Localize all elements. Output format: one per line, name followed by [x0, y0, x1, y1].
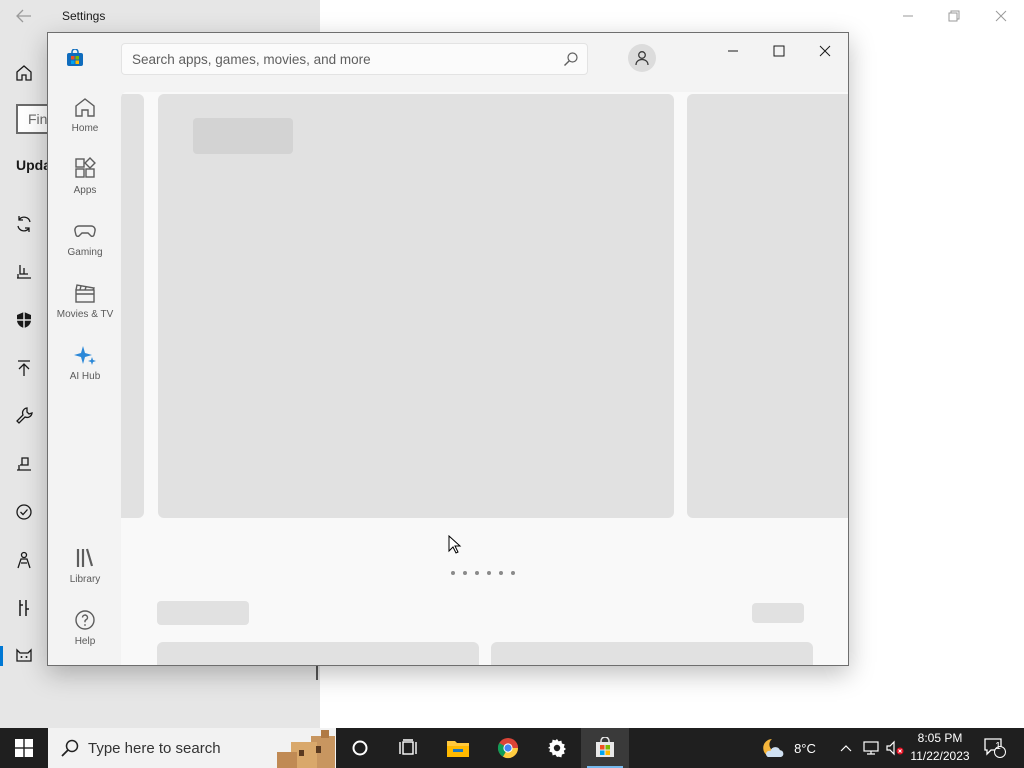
- store-logo-icon: [66, 48, 84, 67]
- section-title-placeholder: [157, 601, 249, 625]
- tools-icon[interactable]: [14, 598, 34, 618]
- settings-close-button[interactable]: [983, 4, 1019, 28]
- store-maximize-button[interactable]: [757, 37, 801, 65]
- search-highlight-illustration: [263, 728, 336, 768]
- user-recovery-icon[interactable]: [14, 454, 34, 474]
- nav-label: Library: [69, 574, 101, 585]
- nav-item-ai-hub[interactable]: AI Hub: [50, 341, 120, 397]
- taskbar-store[interactable]: [581, 728, 629, 768]
- volume-muted-icon[interactable]: [884, 728, 906, 768]
- taskbar-chrome[interactable]: [484, 728, 532, 768]
- nav-label: Movies & TV: [56, 309, 114, 320]
- taskbar-file-explorer[interactable]: [434, 728, 482, 768]
- taskbar-search-placeholder: Type here to search: [88, 740, 221, 757]
- carousel-dot[interactable]: [511, 571, 515, 575]
- settings-restore-button[interactable]: [936, 4, 972, 28]
- clock-time[interactable]: 8:05 PM: [912, 731, 968, 745]
- cortana-icon: [352, 740, 368, 756]
- app-card-placeholder[interactable]: [157, 642, 479, 665]
- hero-title-placeholder: [193, 118, 293, 154]
- settings-section-heading: Upda: [16, 157, 50, 173]
- see-all-placeholder[interactable]: [752, 603, 804, 623]
- nav-label: AI Hub: [69, 371, 101, 382]
- active-indicator: [0, 646, 3, 666]
- upload-icon[interactable]: [14, 358, 34, 378]
- notification-center-button[interactable]: 1: [980, 728, 1010, 768]
- nav-item-help[interactable]: Help: [50, 606, 120, 662]
- chrome-icon: [497, 738, 519, 759]
- windows-logo-icon: [15, 739, 33, 757]
- nav-label: Home: [71, 123, 99, 134]
- gamepad-icon: [73, 219, 97, 243]
- taskbar: Type here to search 8°C 8:05 PM 11/22/20…: [0, 728, 1024, 768]
- file-explorer-icon: [447, 741, 469, 757]
- settings-title: Settings: [62, 9, 106, 23]
- carousel-dot[interactable]: [499, 571, 503, 575]
- shield-icon[interactable]: [14, 310, 34, 330]
- hero-card-placeholder[interactable]: [158, 94, 674, 518]
- delivery-icon[interactable]: [14, 262, 34, 282]
- carousel-dot[interactable]: [451, 571, 455, 575]
- notification-count-badge: 1: [995, 741, 1001, 752]
- store-nav-rail: Home Apps Gaming Movies & TV AI Hub Libr…: [48, 33, 121, 665]
- hero-card-prev-placeholder[interactable]: [121, 94, 144, 518]
- taskbar-cortana[interactable]: [336, 728, 384, 768]
- wrench-icon[interactable]: [14, 406, 34, 426]
- back-arrow-icon[interactable]: [14, 6, 34, 26]
- cat-icon[interactable]: [14, 646, 34, 666]
- account-avatar[interactable]: [628, 44, 656, 72]
- home-icon[interactable]: [14, 63, 34, 83]
- store-window: Home Apps Gaming Movies & TV AI Hub Libr…: [47, 32, 849, 666]
- home-icon: [73, 95, 97, 119]
- network-icon[interactable]: [860, 728, 882, 768]
- apps-icon: [73, 157, 97, 181]
- nav-item-gaming[interactable]: Gaming: [50, 217, 120, 273]
- taskbar-settings[interactable]: [533, 728, 581, 768]
- clapper-icon: [73, 281, 97, 305]
- text-caret: [316, 664, 318, 680]
- sparkle-icon: [73, 343, 97, 367]
- carousel-dot[interactable]: [463, 571, 467, 575]
- taskbar-search-box[interactable]: Type here to search: [48, 728, 336, 768]
- mouse-pointer-icon: [448, 534, 462, 555]
- chevron-up-icon[interactable]: [836, 728, 856, 768]
- nav-label: Gaming: [67, 247, 103, 258]
- person-icon[interactable]: [14, 550, 34, 570]
- nav-label: Help: [74, 636, 96, 647]
- settings-minimize-button[interactable]: [890, 4, 926, 28]
- carousel-page-dots[interactable]: [451, 571, 515, 575]
- check-circle-icon[interactable]: [14, 502, 34, 522]
- clock-date[interactable]: 11/22/2023: [906, 749, 974, 763]
- store-content-area: [121, 92, 848, 665]
- search-icon[interactable]: [563, 51, 579, 67]
- hero-card-next-placeholder[interactable]: [687, 94, 848, 518]
- settings-gear-icon: [548, 739, 566, 758]
- help-icon: [73, 608, 97, 632]
- task-view-icon: [399, 739, 417, 755]
- sync-icon[interactable]: [14, 214, 34, 234]
- carousel-dot[interactable]: [487, 571, 491, 575]
- weather-temperature[interactable]: 8°C: [790, 728, 820, 768]
- search-icon: [60, 738, 80, 758]
- person-icon: [635, 51, 649, 66]
- nav-item-apps[interactable]: Apps: [50, 155, 120, 211]
- nav-item-home[interactable]: Home: [50, 93, 120, 149]
- taskbar-task-view[interactable]: [384, 728, 432, 768]
- app-card-placeholder[interactable]: [491, 642, 813, 665]
- carousel-dot[interactable]: [475, 571, 479, 575]
- nav-label: Apps: [73, 185, 97, 196]
- library-icon: [73, 546, 97, 570]
- store-search-input[interactable]: Search apps, games, movies, and more: [121, 43, 588, 75]
- weather-icon[interactable]: [760, 728, 788, 768]
- store-icon: [596, 737, 614, 757]
- nav-item-library[interactable]: Library: [50, 544, 120, 600]
- start-button[interactable]: [0, 728, 48, 768]
- store-close-button[interactable]: [803, 37, 847, 65]
- nav-item-movies-tv[interactable]: Movies & TV: [50, 279, 120, 335]
- store-minimize-button[interactable]: [711, 37, 755, 65]
